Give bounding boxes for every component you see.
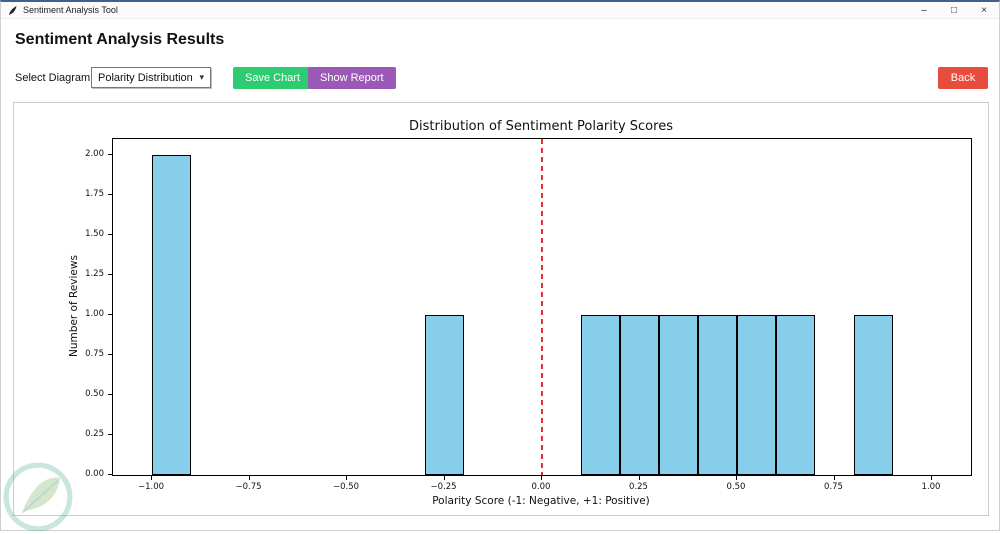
x-tick-mark xyxy=(638,476,640,480)
x-tick-label: −0.50 xyxy=(332,482,360,492)
window-controls: – □ × xyxy=(909,2,999,18)
histogram-bar xyxy=(581,315,620,475)
histogram-bar xyxy=(425,315,464,475)
diagram-dropdown-value: Polarity Distribution xyxy=(98,71,193,84)
histogram-bar xyxy=(659,315,698,475)
histogram-bar xyxy=(620,315,659,475)
close-button[interactable]: × xyxy=(969,2,999,18)
chart-title: Distribution of Sentiment Polarity Score… xyxy=(409,119,673,134)
maximize-button[interactable]: □ xyxy=(939,2,969,18)
watermark-logo xyxy=(3,462,73,532)
x-tick-mark xyxy=(346,476,347,480)
y-tick-mark xyxy=(108,234,112,235)
y-tick-label: 1.00 xyxy=(85,309,104,319)
titlebar: Sentiment Analysis Tool – □ × xyxy=(1,2,999,19)
show-report-button[interactable]: Show Report xyxy=(308,67,396,89)
y-tick-mark xyxy=(108,314,112,315)
x-tick-mark xyxy=(443,476,445,480)
chevron-down-icon: ▾ xyxy=(199,72,204,82)
y-tick-label: 0.25 xyxy=(85,429,104,439)
histogram-bar xyxy=(698,315,737,475)
y-tick-mark xyxy=(108,474,112,475)
x-tick-label: −0.75 xyxy=(235,482,262,492)
histogram-bar xyxy=(737,315,776,475)
y-tick-mark xyxy=(108,394,112,395)
y-tick-mark xyxy=(108,194,112,195)
x-tick-label: 0.00 xyxy=(531,482,551,492)
histogram-bar xyxy=(152,155,191,475)
chart-container: Distribution of Sentiment Polarity Score… xyxy=(13,102,989,516)
y-tick-mark xyxy=(108,274,112,275)
app-icon xyxy=(8,5,18,16)
select-diagram-label: Select Diagram: xyxy=(15,72,94,84)
x-tick-label: 1.00 xyxy=(921,482,941,492)
histogram-bar xyxy=(854,315,893,475)
x-tick-mark xyxy=(248,476,250,480)
y-tick-mark xyxy=(108,154,112,155)
histogram-bar xyxy=(776,315,815,475)
x-tick-mark xyxy=(931,476,932,480)
y-tick-mark xyxy=(108,354,112,355)
x-tick-label: 0.25 xyxy=(629,482,648,492)
x-tick-label: 0.75 xyxy=(824,482,843,492)
back-button[interactable]: Back xyxy=(938,67,988,89)
y-tick-mark xyxy=(108,434,112,435)
save-chart-button[interactable]: Save Chart xyxy=(233,67,313,89)
y-tick-label: 1.75 xyxy=(85,189,104,199)
minimize-button[interactable]: – xyxy=(909,2,939,18)
window-title: Sentiment Analysis Tool xyxy=(23,5,118,15)
x-tick-label: 0.50 xyxy=(726,482,746,492)
y-tick-label: 1.25 xyxy=(85,269,104,279)
diagram-dropdown[interactable]: Polarity Distribution ▾ xyxy=(91,67,211,88)
x-tick-mark xyxy=(833,476,835,480)
y-tick-label: 1.50 xyxy=(85,229,104,239)
plot-area xyxy=(112,138,972,476)
y-tick-label: 0.75 xyxy=(85,349,104,359)
app-window: Sentiment Analysis Tool – □ × Sentiment … xyxy=(0,0,1000,532)
x-tick-mark xyxy=(151,476,152,480)
x-tick-label: −0.25 xyxy=(430,482,457,492)
x-tick-mark xyxy=(736,476,737,480)
page-title: Sentiment Analysis Results xyxy=(15,31,225,48)
x-tick-mark xyxy=(541,476,542,480)
y-tick-label: 0.50 xyxy=(85,389,104,399)
y-tick-label: 2.00 xyxy=(85,149,104,159)
x-axis-label: Polarity Score (-1: Negative, +1: Positi… xyxy=(432,495,650,507)
x-tick-label: −1.00 xyxy=(137,482,165,492)
zero-reference-line xyxy=(541,139,543,475)
